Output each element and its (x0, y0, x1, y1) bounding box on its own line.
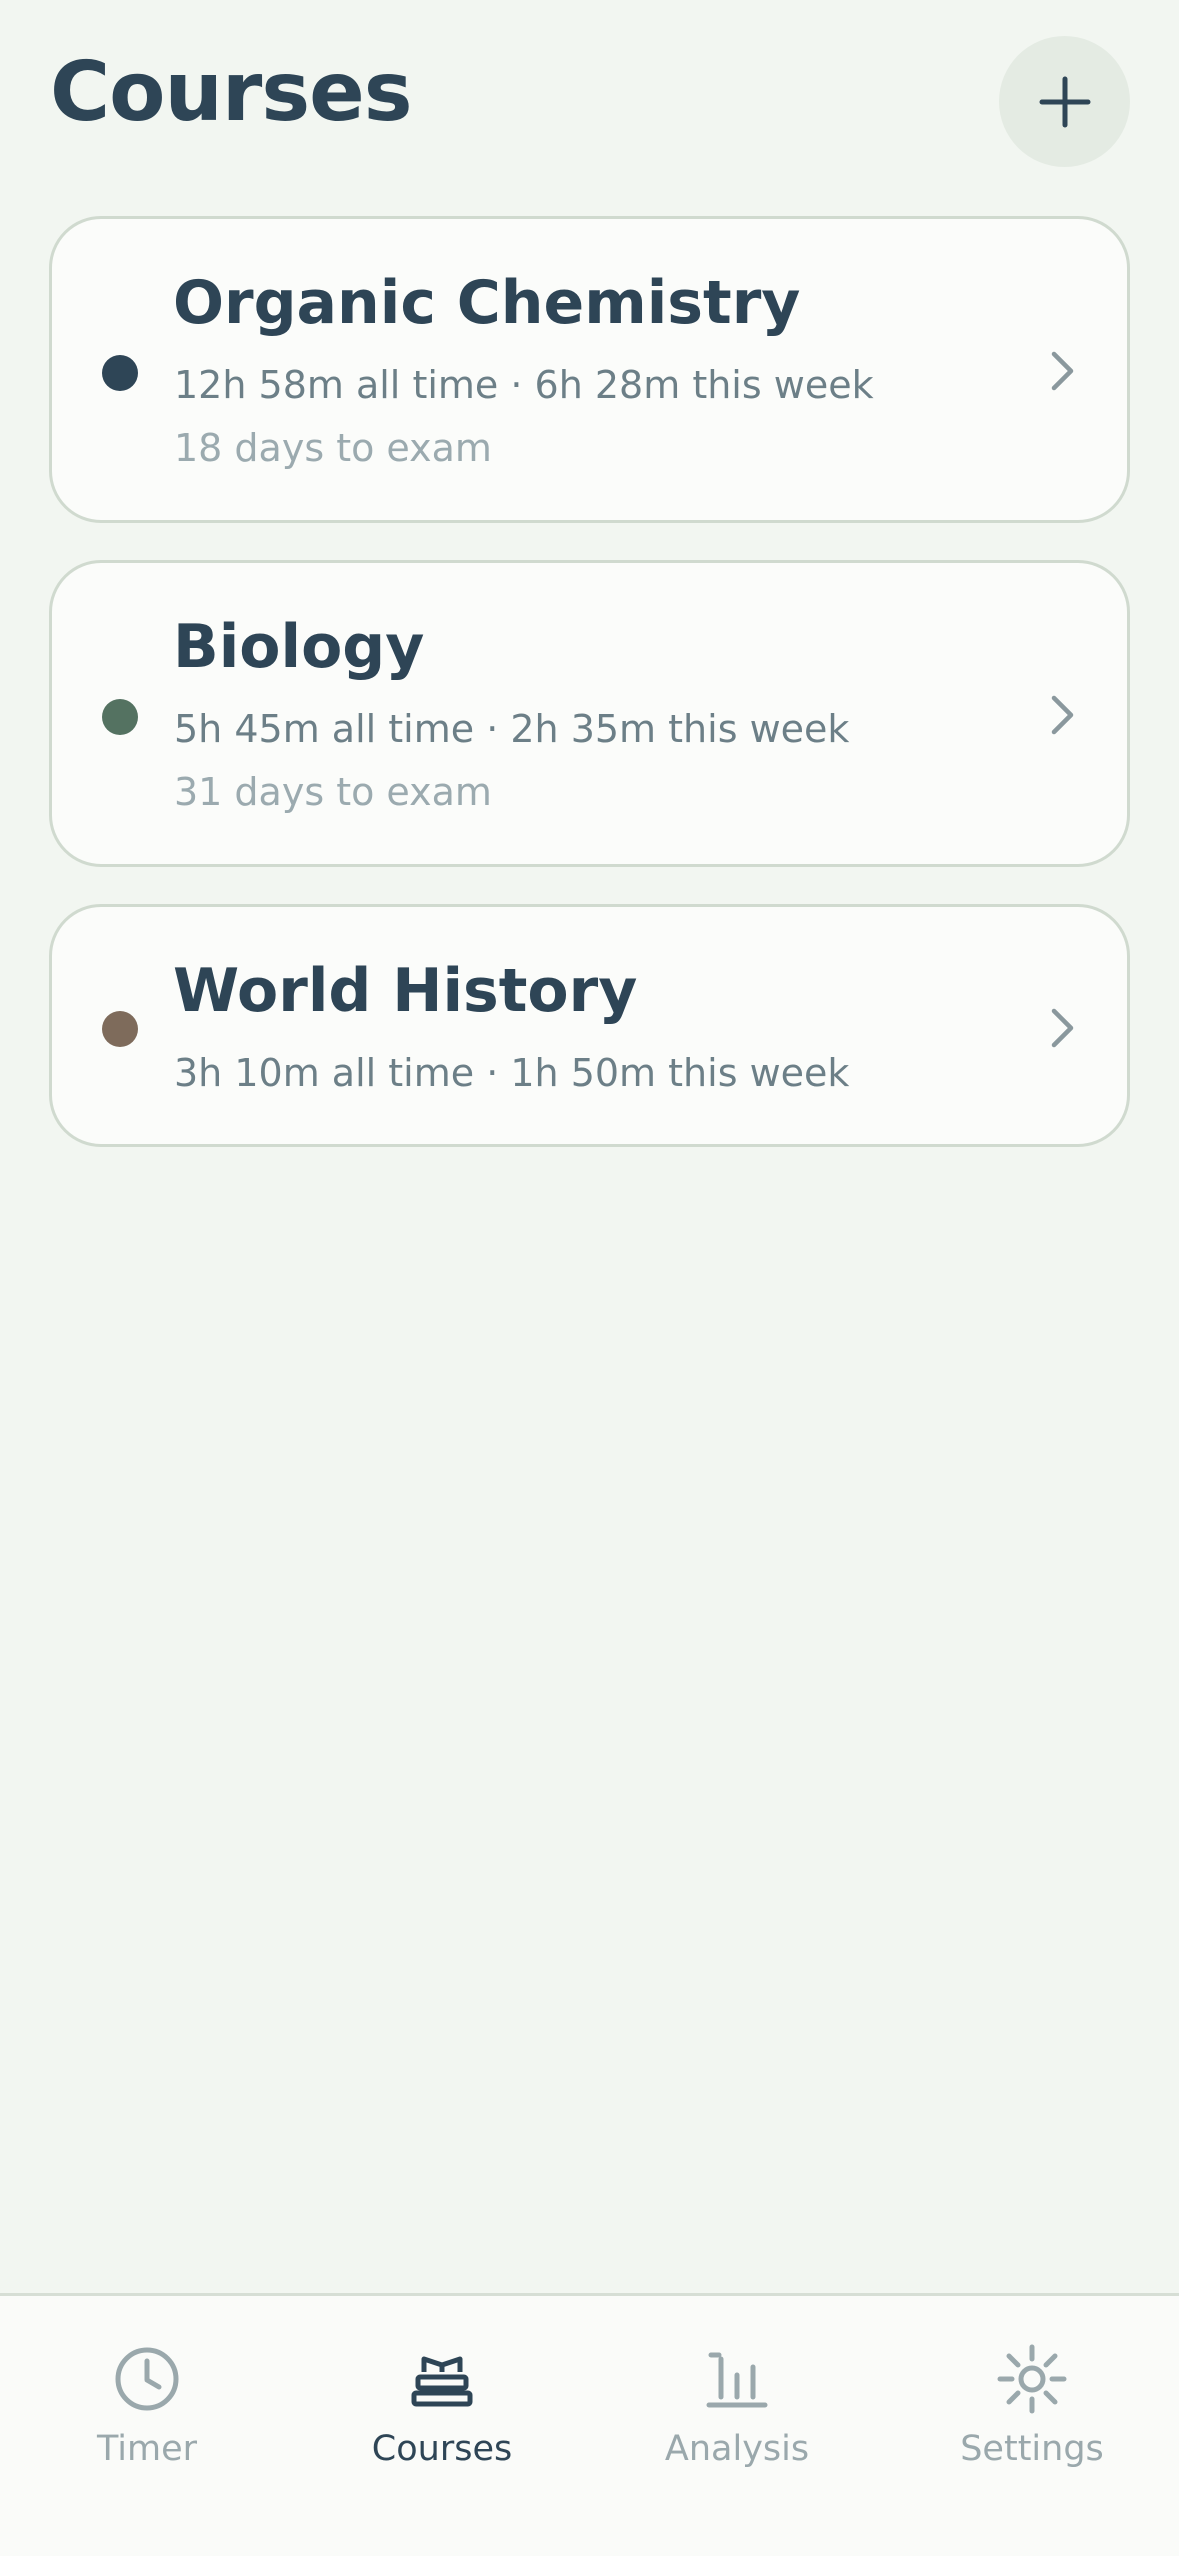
course-exam-countdown: 18 days to exam (174, 426, 492, 470)
page-title: Courses (50, 45, 413, 140)
course-name: Biology (173, 612, 425, 682)
course-exam-countdown: 31 days to exam (174, 770, 492, 814)
tab-label: Timer (96, 2429, 198, 2469)
sun-gear-icon (997, 2344, 1067, 2414)
course-name: World History (173, 956, 638, 1026)
tab-analysis[interactable]: Analysis (590, 2296, 884, 2496)
tab-settings[interactable]: Settings (885, 2296, 1179, 2496)
chevron-right-icon (1051, 351, 1074, 391)
course-color-dot (102, 699, 138, 735)
tab-label: Analysis (664, 2429, 810, 2469)
tab-bar: Timer Courses Analysis Settings (0, 2293, 1179, 2556)
books-icon (411, 2356, 473, 2407)
chevron-right-icon (1051, 695, 1074, 735)
course-name: Organic Chemistry (173, 268, 801, 338)
course-stats: 12h 58m all time · 6h 28m this week (174, 363, 874, 407)
course-stats: 3h 10m all time · 1h 50m this week (174, 1051, 850, 1095)
course-stats: 5h 45m all time · 2h 35m this week (174, 707, 850, 751)
course-card[interactable]: World History 3h 10m all time · 1h 50m t… (49, 904, 1130, 1147)
course-list: Organic Chemistry 12h 58m all time · 6h … (49, 216, 1130, 1184)
tab-label: Settings (960, 2429, 1104, 2469)
course-card[interactable]: Organic Chemistry 12h 58m all time · 6h … (49, 216, 1130, 523)
bar-chart-icon (706, 2352, 768, 2408)
tab-label: Courses (371, 2429, 513, 2469)
header: Courses (0, 0, 1179, 210)
chevron-right-icon (1051, 1008, 1074, 1048)
clock-icon (115, 2347, 179, 2411)
add-course-button[interactable] (999, 36, 1130, 167)
course-card[interactable]: Biology 5h 45m all time · 2h 35m this we… (49, 560, 1130, 867)
plus-icon (1039, 76, 1090, 127)
tab-courses[interactable]: Courses (295, 2296, 589, 2496)
tab-timer[interactable]: Timer (0, 2296, 294, 2496)
course-color-dot (102, 355, 138, 391)
course-color-dot (102, 1011, 138, 1047)
